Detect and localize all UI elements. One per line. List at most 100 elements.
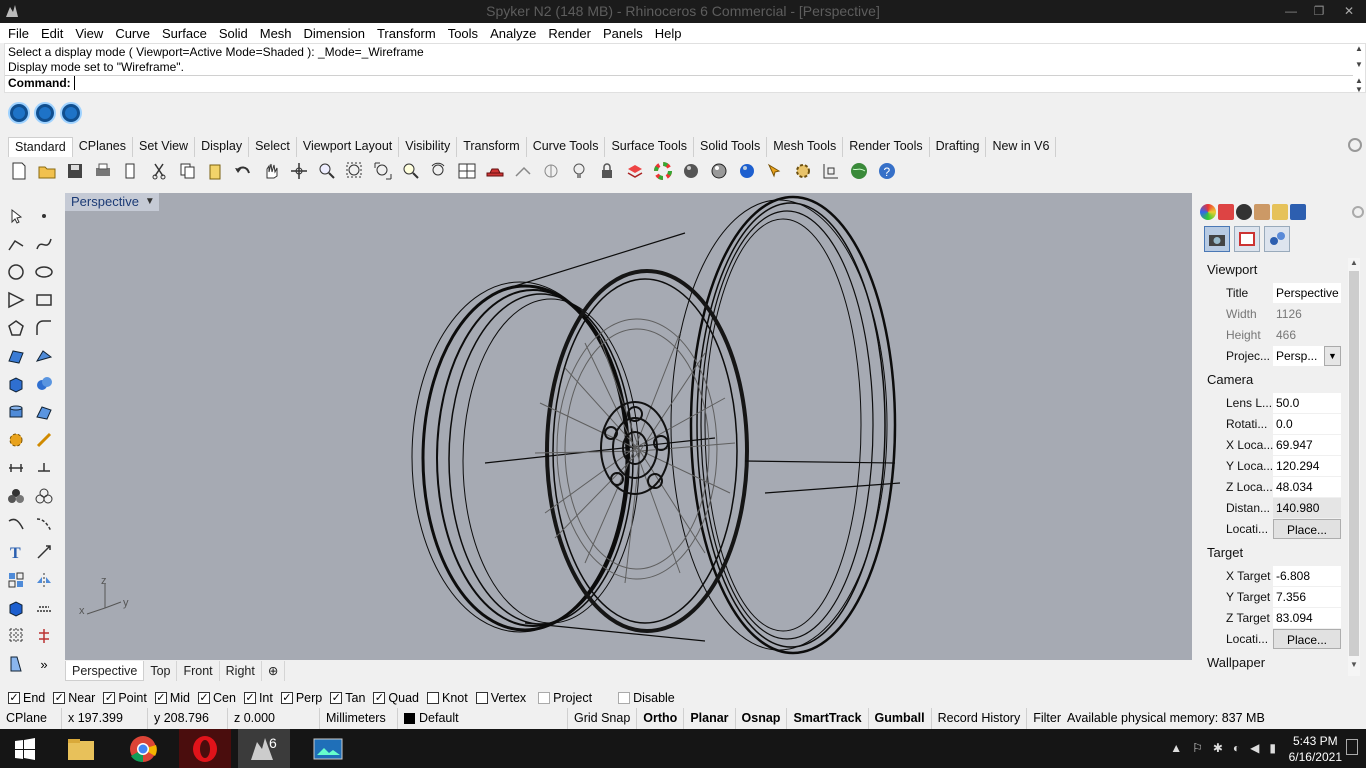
menu-tools[interactable]: Tools (442, 26, 484, 41)
tab-drafting[interactable]: Drafting (930, 137, 987, 157)
prop-distance-field[interactable]: 140.980 (1273, 498, 1341, 518)
status-record-history[interactable]: Record History (932, 708, 1028, 729)
menu-file[interactable]: File (2, 26, 35, 41)
zoom-selected-icon[interactable] (400, 161, 422, 181)
prop-zloc-field[interactable]: 48.034 (1273, 477, 1341, 497)
objects-icon[interactable] (1264, 226, 1290, 252)
status-gumball[interactable]: Gumball (869, 708, 932, 729)
panel-settings-gear-icon[interactable] (1352, 206, 1364, 218)
boolean-icon[interactable] (3, 483, 29, 509)
help-icon[interactable]: ? (876, 161, 898, 181)
osnap-checkbox[interactable]: ✓ (103, 692, 116, 704)
close-button[interactable]: ✕ (1334, 0, 1364, 23)
pan-hand-icon[interactable] (260, 161, 282, 181)
osnap-disable[interactable]: Disable (618, 691, 675, 705)
surface-edit-icon[interactable] (31, 343, 57, 369)
tab-mesh-tools[interactable]: Mesh Tools (767, 137, 844, 157)
curve-icon[interactable] (31, 231, 57, 257)
status-grid-snap[interactable]: Grid Snap (568, 708, 638, 729)
osnap-cen[interactable]: ✓ Cen (198, 691, 236, 705)
osnap-knot[interactable]: Knot (427, 691, 468, 705)
osnap-mid[interactable]: ✓ Mid (154, 691, 190, 705)
osnap-end[interactable]: ✓ End (8, 691, 45, 705)
viewport-tab-right[interactable]: Right (220, 661, 262, 681)
material-sphere-icon[interactable] (736, 161, 758, 181)
fillet-curve-icon[interactable] (31, 315, 57, 341)
menu-dimension[interactable]: Dimension (298, 26, 371, 41)
osnap-vertex[interactable]: Vertex (475, 691, 526, 705)
grid-array-icon[interactable] (3, 623, 29, 649)
menu-view[interactable]: View (69, 26, 109, 41)
panel-scroll-up-icon[interactable]: ▲ (1348, 258, 1360, 267)
menu-curve[interactable]: Curve (109, 26, 156, 41)
status-filter[interactable]: Filter (1027, 708, 1067, 729)
status-smarttrack[interactable]: SmartTrack (787, 708, 869, 729)
rotate-view-icon[interactable] (288, 161, 310, 181)
osnap-checkbox[interactable]: ✓ (154, 692, 167, 704)
osnap-checkbox[interactable] (538, 692, 551, 704)
new-file-icon[interactable] (8, 161, 30, 181)
cut-icon[interactable] (148, 161, 170, 181)
osnap-checkbox[interactable]: ✓ (373, 692, 386, 704)
dimension-tools-icon[interactable] (3, 455, 29, 481)
viewport-tab-perspective[interactable]: Perspective (65, 661, 145, 681)
osnap-checkbox[interactable]: ✓ (243, 692, 256, 704)
render-settings-icon[interactable] (60, 102, 82, 124)
options-gear-icon[interactable] (792, 161, 814, 181)
rendered-sphere-icon[interactable] (708, 161, 730, 181)
help-tab-icon[interactable] (1290, 204, 1306, 220)
status-planar[interactable]: Planar (684, 708, 736, 729)
menu-help[interactable]: Help (649, 26, 688, 41)
paste-icon[interactable] (204, 161, 226, 181)
panel-scrollbar[interactable]: ▲ ▼ (1348, 258, 1360, 676)
prop-yloc-field[interactable]: 120.294 (1273, 456, 1341, 476)
prop-xtarget-field[interactable]: -6.808 (1273, 566, 1341, 586)
group-icon[interactable] (31, 483, 57, 509)
notification-icon[interactable]: ◐ (1233, 741, 1240, 755)
cylinder-icon[interactable] (3, 399, 29, 425)
history-scroll-down-icon[interactable]: ▼ (1353, 60, 1365, 69)
target-place-button[interactable]: Place... (1273, 629, 1341, 649)
tab-new-in-v6[interactable]: New in V6 (986, 137, 1057, 157)
globe-icon[interactable] (848, 161, 870, 181)
tab-solid-tools[interactable]: Solid Tools (694, 137, 768, 157)
osnap-checkbox[interactable]: ✓ (53, 692, 66, 704)
tab-cplanes[interactable]: CPlanes (73, 137, 133, 157)
history-scroll-up-icon[interactable]: ▲ (1353, 44, 1365, 53)
menu-edit[interactable]: Edit (35, 26, 69, 41)
bluetooth-icon[interactable]: ✱ (1213, 741, 1223, 755)
import-icon[interactable] (120, 161, 142, 181)
arc-icon[interactable] (3, 287, 29, 313)
prop-ztarget-field[interactable]: 83.094 (1273, 608, 1341, 628)
menu-transform[interactable]: Transform (371, 26, 442, 41)
osnap-near[interactable]: ✓ Near (53, 691, 95, 705)
print-icon[interactable] (92, 161, 114, 181)
shaded-sphere-icon[interactable] (680, 161, 702, 181)
osnap-tan[interactable]: ✓ Tan (330, 691, 365, 705)
opera-icon[interactable] (179, 729, 231, 768)
display-tab-icon[interactable] (1254, 204, 1270, 220)
osnap-checkbox[interactable]: ✓ (198, 692, 210, 704)
add-viewport-tab-icon[interactable]: ⊕ (262, 661, 286, 681)
zoom-icon[interactable] (316, 161, 338, 181)
dimension-icon[interactable] (820, 161, 842, 181)
osnap-checkbox[interactable]: ✓ (280, 692, 293, 704)
four-viewports-icon[interactable] (456, 161, 478, 181)
tab-select[interactable]: Select (249, 137, 297, 157)
prop-ytarget-field[interactable]: 7.356 (1273, 587, 1341, 607)
plane-icon[interactable] (31, 595, 57, 621)
light-bulb-icon[interactable] (568, 161, 590, 181)
tab-surface-tools[interactable]: Surface Tools (605, 137, 694, 157)
render-icon[interactable] (8, 102, 30, 124)
panel-scroll-down-icon[interactable]: ▼ (1348, 660, 1360, 669)
properties-tab-icon[interactable] (1200, 204, 1216, 220)
tab-set-view[interactable]: Set View (133, 137, 196, 157)
status-osnap[interactable]: Osnap (736, 708, 788, 729)
command-input[interactable]: Command: (5, 75, 1353, 92)
chrome-icon[interactable] (117, 729, 169, 768)
status-units[interactable]: Millimeters (320, 708, 398, 729)
tab-standard[interactable]: Standard (8, 137, 73, 157)
files-tab-icon[interactable] (1272, 204, 1288, 220)
osnap-point[interactable]: ✓ Point (103, 691, 147, 705)
tab-curve-tools[interactable]: Curve Tools (527, 137, 606, 157)
